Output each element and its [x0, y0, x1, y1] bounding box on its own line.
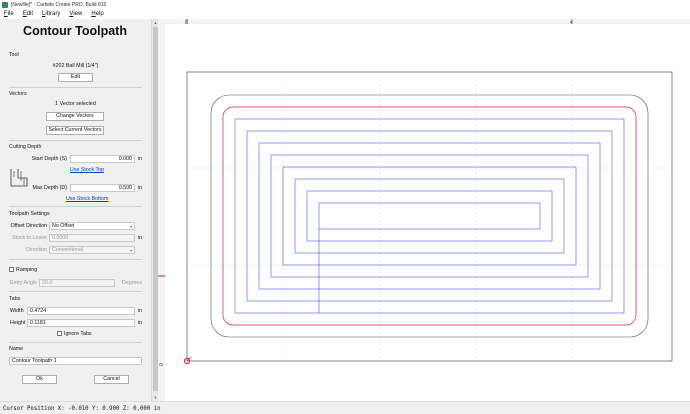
menu-bar: File Edit Library View Help: [0, 9, 690, 19]
entry-angle-unit: Degrees: [122, 280, 143, 286]
offset-direction-select[interactable]: No Offset ▾: [49, 222, 135, 230]
panel-title: Contour Toolpath: [23, 24, 127, 38]
ruler-label-x0: 0: [185, 20, 188, 26]
tab-height-label: Height: [10, 320, 26, 326]
menu-library[interactable]: Library: [42, 11, 60, 17]
tool-section-label: Tool: [9, 52, 19, 58]
top-ruler: [158, 19, 690, 24]
vectors-selected-text: 1 Vector selected: [55, 101, 96, 107]
edit-tool-button[interactable]: Edit: [58, 73, 93, 82]
max-depth-unit: in: [138, 185, 143, 191]
stock-to-leave-label: Stock to Leave: [11, 235, 47, 241]
divider: [9, 140, 142, 141]
entry-angle-input[interactable]: 20.0: [39, 279, 115, 287]
stock-to-leave-input[interactable]: 0.0000: [49, 234, 135, 242]
divider: [9, 291, 142, 292]
cutting-depth-section-label: Cutting Depth: [9, 144, 42, 150]
stock-boundary: [186, 71, 673, 362]
toolpath-name-input[interactable]: Contour Toolpath 1: [9, 357, 142, 365]
start-depth-label: Start Depth (S): [31, 156, 67, 162]
tab-width-label: Width: [10, 308, 24, 314]
use-stock-top-link[interactable]: Use Stock Top: [70, 167, 104, 173]
start-depth-unit: in: [138, 156, 143, 162]
divider: [9, 259, 142, 260]
ignore-tabs-label: Ignore Tabs: [64, 331, 92, 337]
menu-file[interactable]: File: [4, 11, 14, 17]
offset-direction-label: Offset Direction: [10, 223, 47, 229]
left-ruler: [158, 19, 165, 401]
entry-angle-label: Entry Angle: [10, 280, 38, 286]
direction-label: Direction: [26, 247, 47, 253]
design-canvas[interactable]: 0 4 0: [158, 19, 690, 401]
menu-view[interactable]: View: [69, 11, 82, 17]
start-depth-input[interactable]: 0.000: [70, 155, 135, 163]
cursor-position-status: Cursor Position X: -0.010 Y: 0.900 Z: 0.…: [3, 406, 161, 412]
stock-to-leave-unit: in: [138, 235, 143, 241]
direction-value: Conventional: [52, 247, 83, 253]
tab-height-input[interactable]: 0.1181: [27, 319, 135, 327]
chevron-down-icon: ▾: [129, 248, 132, 253]
tab-height-unit: in: [138, 320, 143, 326]
change-vectors-button[interactable]: Change Vectors: [46, 112, 104, 121]
use-stock-bottom-link[interactable]: Use Stock Bottom: [66, 196, 108, 202]
ignore-tabs-checkbox[interactable]: [57, 331, 62, 336]
menu-help[interactable]: Help: [91, 11, 103, 17]
offset-direction-value: No Offset: [52, 223, 75, 229]
cancel-button[interactable]: Cancel: [94, 375, 129, 384]
panel-scrollbar[interactable]: ▲ ▼: [151, 19, 158, 401]
ramping-checkbox[interactable]: [9, 267, 14, 272]
divider: [9, 87, 142, 88]
status-bar: Cursor Position X: -0.010 Y: 0.900 Z: 0.…: [0, 401, 690, 414]
window-title: [Newfile]* - Carbide Create PRO, Build 8…: [11, 1, 107, 8]
tab-width-input[interactable]: 0.4724: [27, 307, 135, 315]
toolpath-settings-section-label: Toolpath Settings: [9, 211, 50, 217]
tab-width-unit: in: [138, 308, 143, 314]
max-depth-label: Max Depth (D): [32, 185, 67, 191]
max-depth-input[interactable]: 0.500: [70, 184, 135, 192]
window-titlebar: [Newfile]* - Carbide Create PRO, Build 8…: [0, 0, 690, 9]
ruler-label-y0: 0: [159, 363, 165, 366]
divider: [9, 206, 142, 207]
ok-button[interactable]: Ok: [22, 375, 57, 384]
select-current-vectors-button[interactable]: Select Current Vectors: [46, 126, 104, 135]
name-section-label: Name: [9, 346, 24, 352]
ramping-label: Ramping: [16, 267, 38, 273]
chevron-down-icon: ▾: [129, 224, 132, 229]
tabs-section-label: Tabs: [9, 296, 21, 302]
divider: [9, 342, 142, 343]
canvas-svg[interactable]: 0 4 0: [158, 19, 690, 401]
contour-toolpath-panel: Contour Toolpath Tool #202 Ball Mill (1/…: [0, 19, 151, 401]
vectors-section-label: Vectors: [9, 91, 27, 97]
tool-name: #202 Ball Mill (1/4"): [52, 63, 99, 69]
app-icon: [2, 1, 8, 8]
direction-select[interactable]: Conventional ▾: [49, 246, 135, 254]
ruler-label-x4: 4: [570, 20, 573, 26]
menu-edit[interactable]: Edit: [23, 11, 33, 17]
